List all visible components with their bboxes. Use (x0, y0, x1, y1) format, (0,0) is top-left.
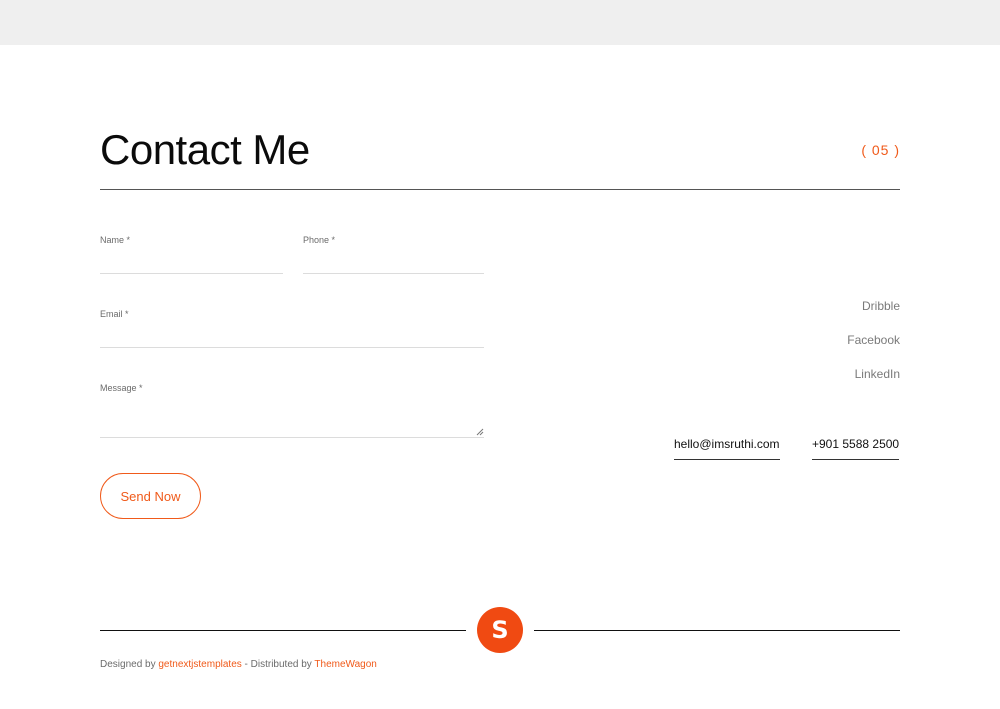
footer-credits: Designed by getnextjstemplates - Distrib… (100, 659, 377, 670)
name-field[interactable] (100, 250, 283, 274)
social-link-dribble[interactable]: Dribble (862, 299, 900, 313)
phone-field[interactable] (303, 250, 484, 274)
social-link-facebook[interactable]: Facebook (847, 333, 900, 347)
email-field[interactable] (100, 324, 484, 348)
footer-divider-right (534, 630, 900, 631)
logo-badge[interactable]: S (477, 607, 523, 653)
phone-link[interactable]: +901 5588 2500 (812, 437, 900, 460)
message-label: Message * (100, 383, 143, 393)
heading-divider (100, 189, 900, 190)
phone-label: Phone * (303, 235, 336, 245)
email-label: Email * (100, 309, 129, 319)
distributor-link[interactable]: ThemeWagon (314, 659, 376, 670)
name-label: Name * (100, 235, 131, 245)
message-field[interactable] (100, 400, 484, 438)
top-bar (0, 0, 1000, 45)
send-now-button[interactable]: Send Now (100, 473, 201, 519)
footer-divider-left (100, 630, 466, 631)
distributed-by-text: - Distributed by (244, 659, 312, 670)
section-number: ( 05 ) (861, 142, 900, 158)
logo-letter: S (491, 616, 509, 644)
social-link-linkedin[interactable]: LinkedIn (855, 367, 900, 381)
resize-grip-icon[interactable] (476, 428, 484, 436)
page-title: Contact Me (100, 126, 310, 173)
designed-by-text: Designed by (100, 659, 156, 670)
designer-link[interactable]: getnextjstemplates (158, 659, 241, 670)
email-link[interactable]: hello@imsruthi.com (674, 437, 780, 460)
